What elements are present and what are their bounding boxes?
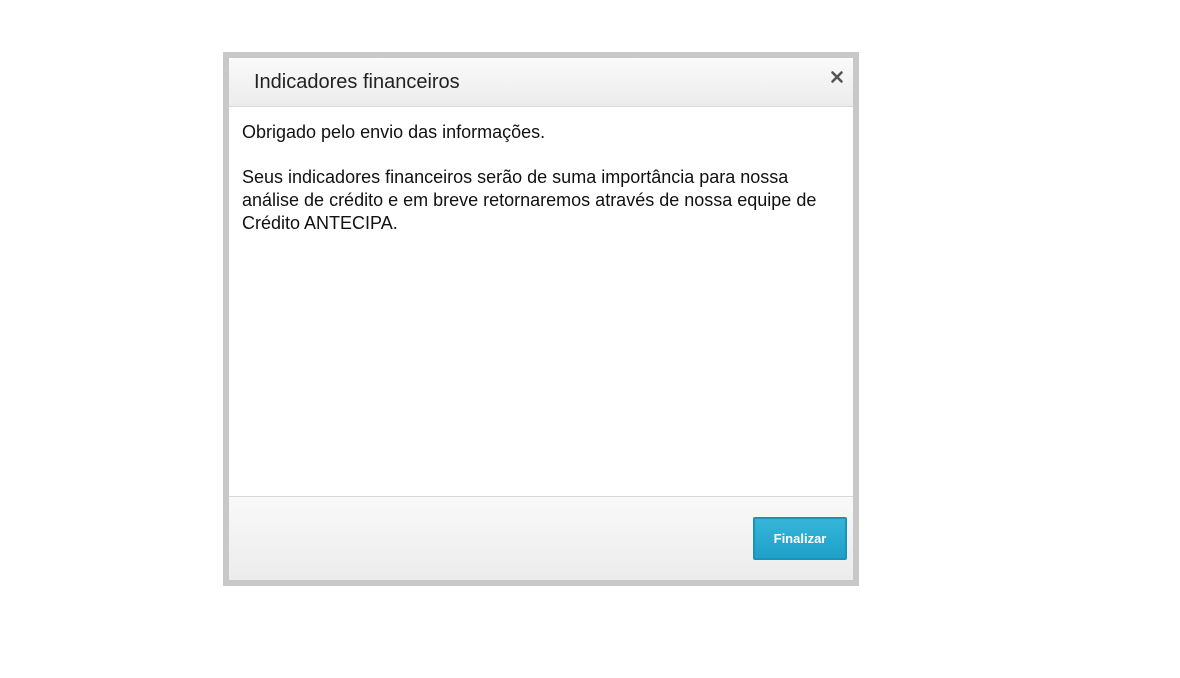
modal-dialog: Indicadores financeiros Obrigado pelo en…: [223, 52, 859, 586]
info-message: Seus indicadores financeiros serão de su…: [242, 167, 817, 233]
modal-footer: Finalizar: [229, 496, 853, 580]
modal-title: Indicadores financeiros: [254, 71, 460, 93]
modal-body: Obrigado pelo envio das informações. Seu…: [242, 121, 845, 235]
modal-header: Indicadores financeiros: [229, 58, 853, 107]
thank-you-message: Obrigado pelo envio das informações.: [242, 122, 546, 142]
finalize-button[interactable]: Finalizar: [753, 517, 847, 560]
close-icon[interactable]: [829, 69, 845, 85]
